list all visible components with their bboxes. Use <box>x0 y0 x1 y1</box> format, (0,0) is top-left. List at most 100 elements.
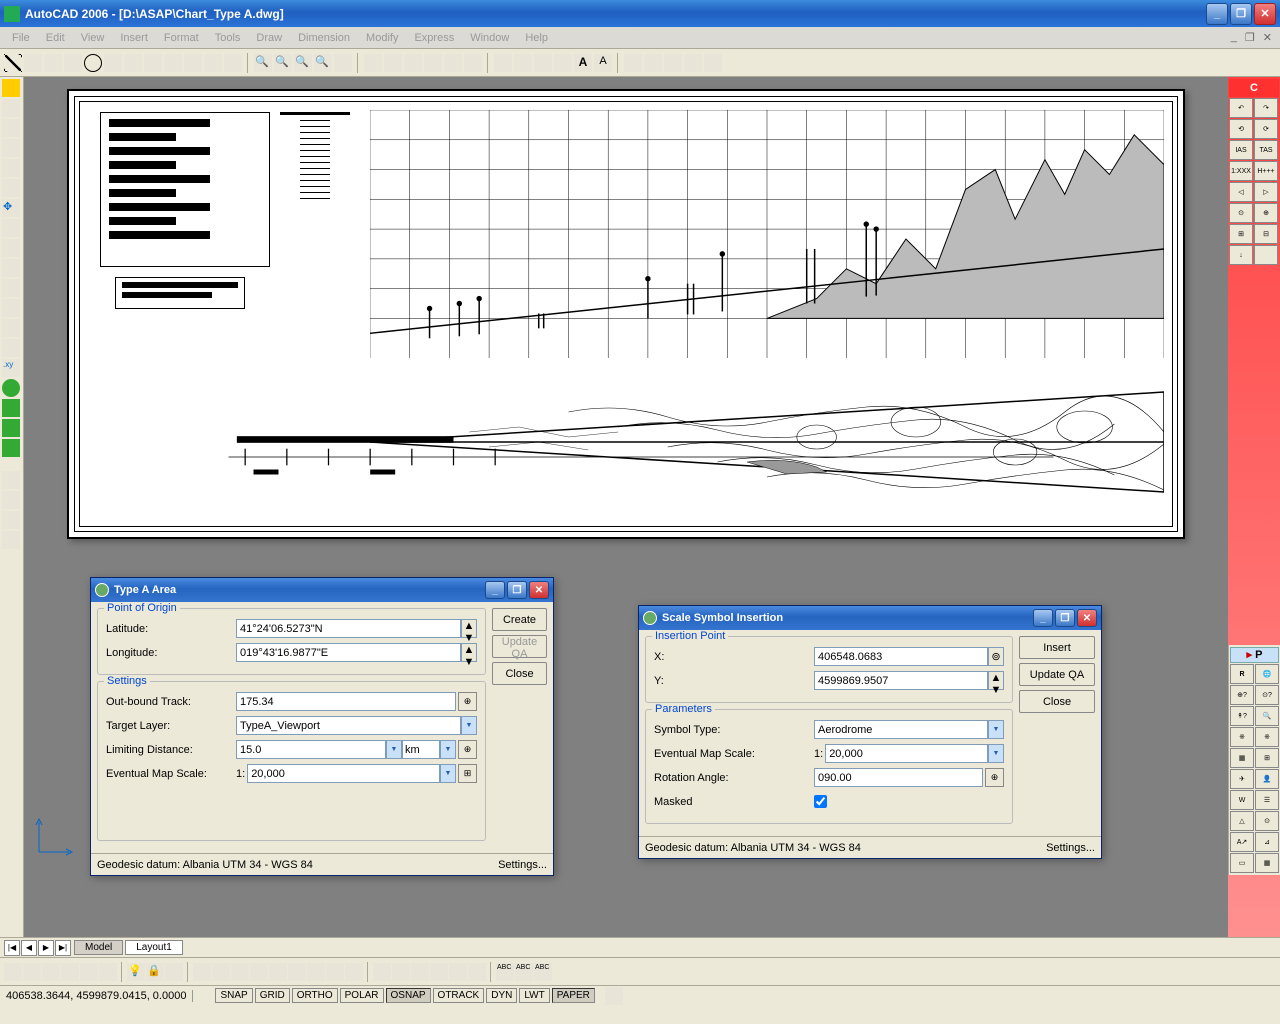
zoom-extents-icon[interactable]: 🔍 <box>274 54 292 72</box>
lat-input[interactable] <box>236 619 461 638</box>
bt-1[interactable] <box>4 963 22 981</box>
zoom-previous-icon[interactable]: 🔍 <box>294 54 312 72</box>
rot-input[interactable] <box>814 768 983 787</box>
limit-unit[interactable] <box>402 740 440 759</box>
rp2-4[interactable]: ⊙? <box>1255 685 1279 705</box>
menu-draw[interactable]: Draw <box>248 30 290 46</box>
bt-14[interactable] <box>269 963 287 981</box>
tool-globe-icon[interactable] <box>2 379 20 397</box>
rp-btn-tas[interactable]: TAS <box>1254 140 1278 160</box>
menu-view[interactable]: View <box>73 30 113 46</box>
dialog-b-titlebar[interactable]: Scale Symbol Insertion _ ❐ ✕ <box>639 606 1101 630</box>
mask-checkbox[interactable] <box>814 795 827 808</box>
rp-btn-12[interactable] <box>1254 245 1278 265</box>
menu-window[interactable]: Window <box>462 30 517 46</box>
properties-icon[interactable] <box>384 54 402 72</box>
tool-polyline-icon[interactable] <box>24 54 42 72</box>
dim-angular-icon[interactable] <box>554 54 572 72</box>
track-input[interactable] <box>236 692 456 711</box>
rp-btn-10[interactable]: ⊟ <box>1254 224 1278 244</box>
rp-btn-6[interactable]: ▷ <box>1254 182 1278 202</box>
limit-unit-arrow[interactable]: ▼ <box>440 740 456 759</box>
rp-btn-3[interactable]: ⟲ <box>1229 119 1253 139</box>
tool-teapot-icon[interactable] <box>2 399 20 417</box>
bt-18[interactable] <box>345 963 363 981</box>
tool-rotate-icon[interactable] <box>2 219 20 237</box>
limit-arrow[interactable]: ▼ <box>386 740 402 759</box>
tool-erase-icon[interactable] <box>2 99 20 117</box>
rp2-9[interactable]: ▦ <box>1230 748 1254 768</box>
bt-12[interactable] <box>231 963 249 981</box>
rp2-15[interactable]: △ <box>1230 811 1254 831</box>
rp2-10[interactable]: ⊞ <box>1255 748 1279 768</box>
tool-revcloud-icon[interactable] <box>204 54 222 72</box>
bt-15[interactable] <box>288 963 306 981</box>
lon-input[interactable] <box>236 643 461 662</box>
minimize-button[interactable]: _ <box>1206 3 1228 25</box>
dim-linear-icon[interactable] <box>494 54 512 72</box>
area-icon[interactable] <box>684 54 702 72</box>
scale-combo[interactable] <box>247 764 440 783</box>
dialog-a-titlebar[interactable]: Type A Area _ ❐ ✕ <box>91 578 553 602</box>
bt-5[interactable] <box>80 963 98 981</box>
menu-help[interactable]: Help <box>517 30 556 46</box>
bt-11[interactable] <box>212 963 230 981</box>
dialog-a-minimize[interactable]: _ <box>485 581 505 599</box>
layer-icon[interactable] <box>364 54 382 72</box>
tab-layout1[interactable]: Layout1 <box>125 940 183 955</box>
scale-arrow-b[interactable]: ▼ <box>988 744 1004 763</box>
bt-2[interactable] <box>23 963 41 981</box>
bt-19[interactable] <box>373 963 391 981</box>
layer-combo-arrow[interactable]: ▼ <box>461 716 477 735</box>
x-input[interactable] <box>814 647 988 666</box>
rp-btn-11[interactable]: ↓ <box>1229 245 1253 265</box>
toggle-otrack[interactable]: OTRACK <box>433 988 485 1003</box>
rp2-20[interactable]: ▦ <box>1255 853 1279 873</box>
rp-btn-4[interactable]: ⟳ <box>1254 119 1278 139</box>
bt-27[interactable]: ABC <box>534 963 552 981</box>
scale-combo-arrow[interactable]: ▼ <box>440 764 456 783</box>
menu-format[interactable]: Format <box>156 30 207 46</box>
tool-mirror-icon[interactable] <box>2 139 20 157</box>
rp2-6[interactable]: 🔍 <box>1255 706 1279 726</box>
tool-cut-icon[interactable] <box>2 471 20 489</box>
pan-icon[interactable] <box>334 54 352 72</box>
region-icon[interactable] <box>444 54 462 72</box>
mdi-minimize[interactable]: _ <box>1229 31 1239 44</box>
insert-button[interactable]: Insert <box>1019 636 1095 659</box>
scale-calc-icon[interactable]: ⊞ <box>458 764 477 783</box>
toggle-ortho[interactable]: ORTHO <box>292 988 338 1003</box>
toggle-dyn[interactable]: DYN <box>486 988 517 1003</box>
close-button[interactable]: ✕ <box>1254 3 1276 25</box>
bt-26[interactable]: ABC <box>515 963 533 981</box>
dialog-a-close[interactable]: ✕ <box>529 581 549 599</box>
tool-trim-icon[interactable] <box>2 279 20 297</box>
canvas-area[interactable]: Type A Area _ ❐ ✕ Point of Origin Latitu… <box>24 77 1228 937</box>
rp-btn-1[interactable]: ↶ <box>1229 98 1253 118</box>
dist-icon[interactable] <box>664 54 682 72</box>
dialog-b-close[interactable]: ✕ <box>1077 609 1097 627</box>
tool-offset-icon[interactable] <box>2 159 20 177</box>
tab-prev[interactable]: ◀ <box>21 940 37 956</box>
tool-copy-icon[interactable] <box>2 119 20 137</box>
y-input[interactable] <box>814 671 988 690</box>
zoom-realtime-icon[interactable]: 🔍 <box>314 54 332 72</box>
tool-solid-icon[interactable] <box>2 439 20 457</box>
rp2-12[interactable]: 👤 <box>1255 769 1279 789</box>
calc-icon[interactable] <box>644 54 662 72</box>
tool-paste-icon[interactable] <box>2 511 20 529</box>
toggle-grid[interactable]: GRID <box>255 988 290 1003</box>
tool-line-icon[interactable] <box>4 54 22 72</box>
tool-pencil-icon[interactable] <box>2 79 20 97</box>
tool-rectangle-icon[interactable] <box>164 54 182 72</box>
rp2-8[interactable]: ※ <box>1255 727 1279 747</box>
tool-xline-icon[interactable] <box>64 54 82 72</box>
rp2-14[interactable]: ☰ <box>1255 790 1279 810</box>
rp-btn-ias[interactable]: IAS <box>1229 140 1253 160</box>
tool-fillet-icon[interactable] <box>2 339 20 357</box>
table-icon[interactable] <box>464 54 482 72</box>
mdi-restore[interactable]: ❐ <box>1243 31 1257 44</box>
rp-btn-9[interactable]: ⊞ <box>1229 224 1253 244</box>
status-icon[interactable] <box>605 987 623 1005</box>
y-spinner[interactable]: ▲▼ <box>988 671 1004 690</box>
